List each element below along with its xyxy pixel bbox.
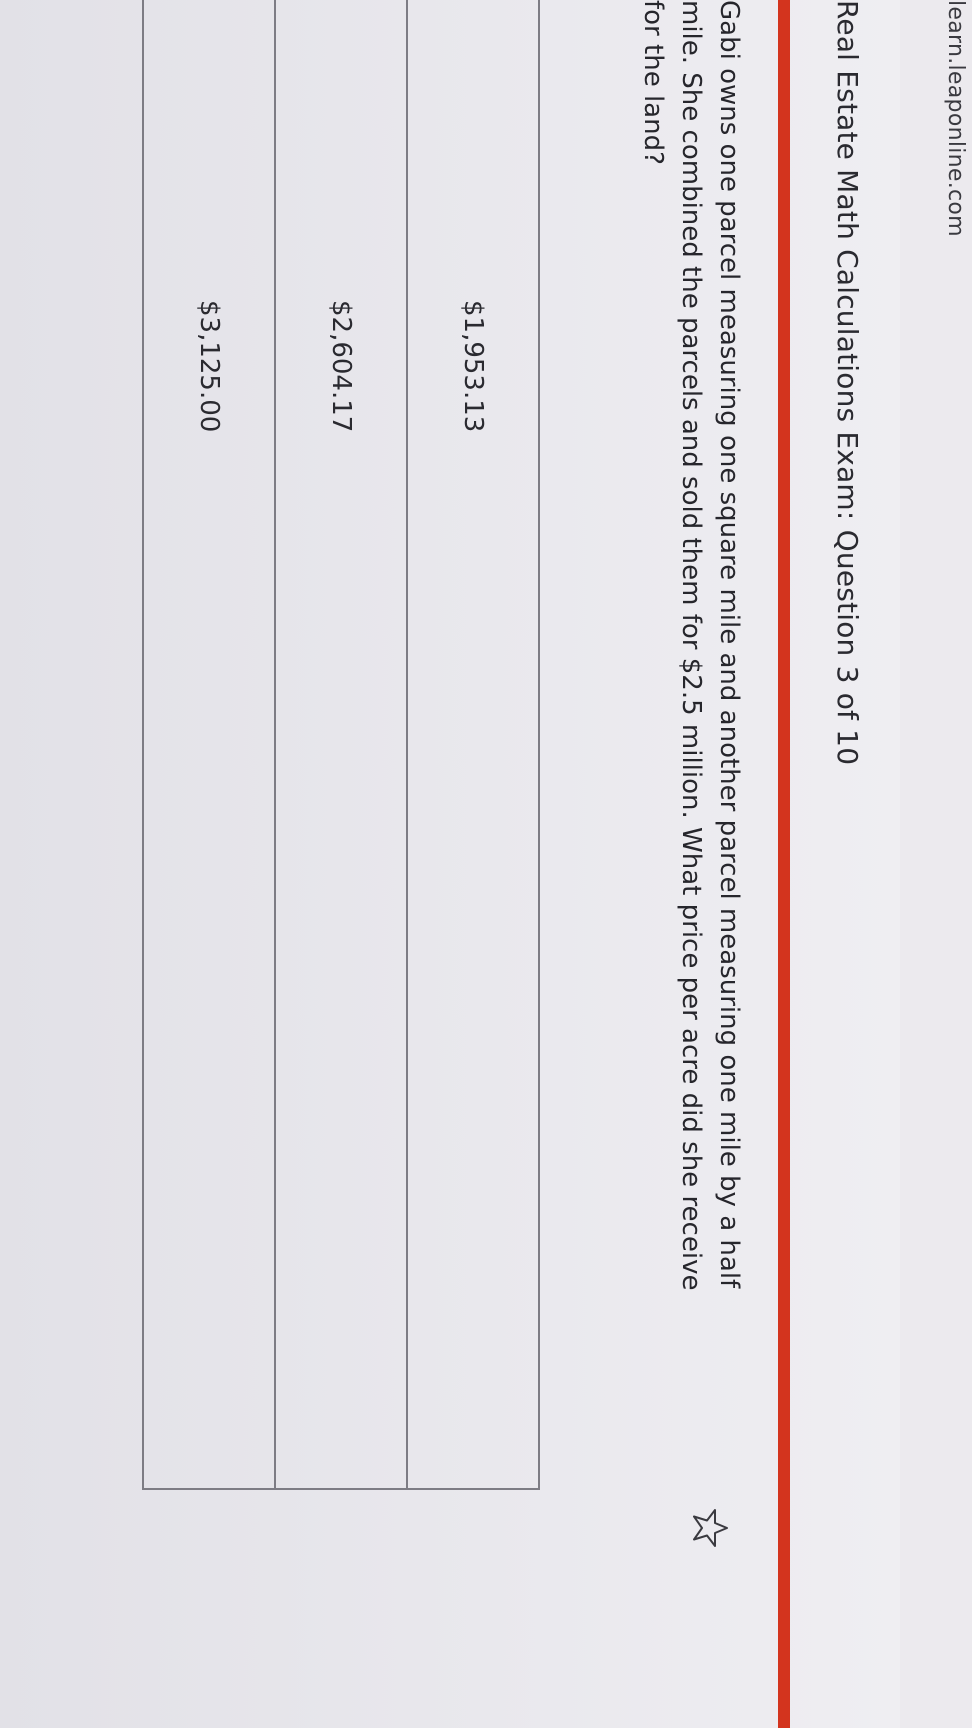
answer-list: $1,953.13 $2,604.17 $3,125.00 (142, 0, 540, 1490)
browser-address-bar[interactable]: learn.leaponline.com (900, 0, 972, 1728)
url-text: learn.leaponline.com (943, 0, 968, 237)
screen: learn.leaponline.com Real Estate Math Ca… (0, 0, 972, 1728)
question-text: Gabi owns one parcel measuring one squar… (638, 0, 744, 1291)
exam-page: Real Estate Math Calculations Exam: Ques… (0, 0, 900, 1728)
page-title: Real Estate Math Calculations Exam: Ques… (831, 0, 864, 766)
answer-label: $1,953.13 (458, 300, 488, 433)
accent-divider (778, 0, 790, 1728)
star-icon[interactable] (690, 1508, 730, 1548)
answer-label: $2,604.17 (326, 300, 356, 433)
answer-option-2[interactable]: $2,604.17 (274, 0, 406, 1490)
answer-option-1[interactable]: $1,953.13 (406, 0, 540, 1490)
answer-label: $3,125.00 (194, 300, 224, 433)
answer-option-3[interactable]: $3,125.00 (142, 0, 274, 1490)
rotated-page: learn.leaponline.com Real Estate Math Ca… (0, 0, 972, 1728)
